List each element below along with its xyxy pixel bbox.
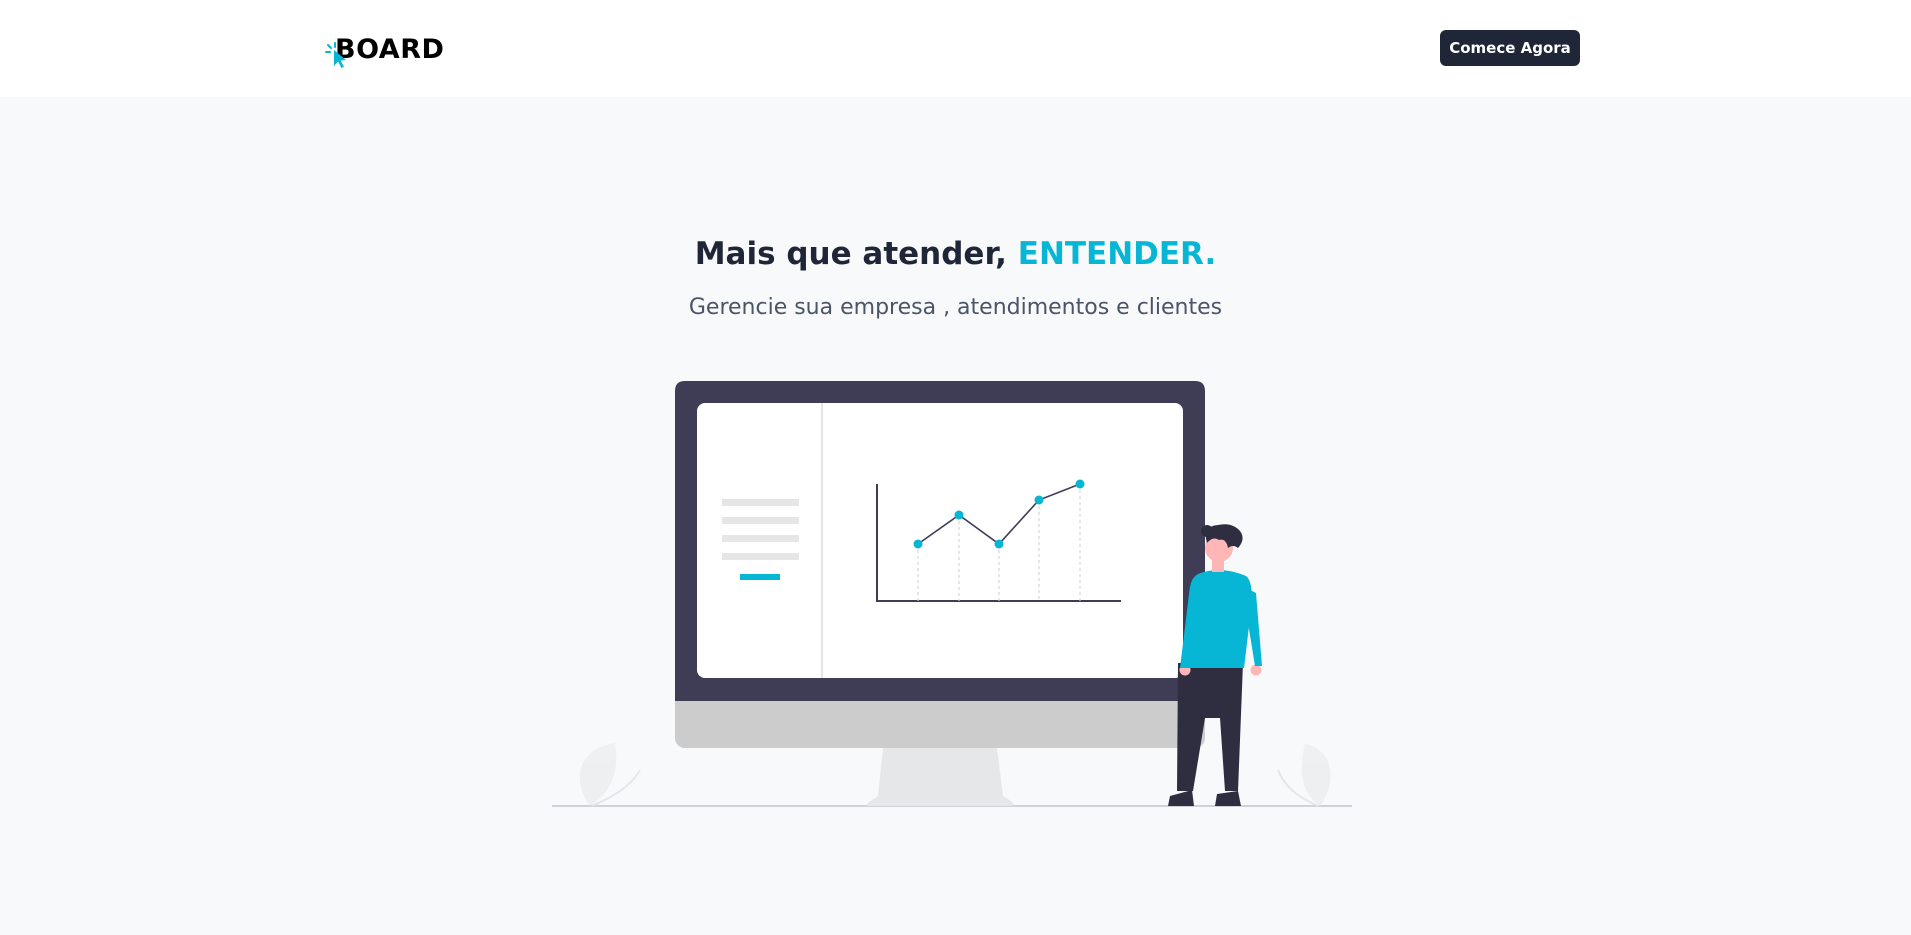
hero-subtitle: Gerencie sua empresa , atendimentos e cl…: [688, 295, 1223, 320]
site-header: BOARD Comece Agora: [0, 0, 1911, 97]
logo[interactable]: BOARD: [325, 28, 444, 70]
cursor-click-icon: [325, 42, 346, 68]
right-plant: [1277, 744, 1331, 807]
logo-text: BOARD: [335, 33, 445, 65]
hero-title-main: Mais que atender,: [694, 236, 1018, 272]
monitor-stand: [866, 748, 1014, 806]
hero-title: Mais que atender, ENTENDER.: [0, 236, 1911, 272]
start-now-button[interactable]: Comece Agora: [1440, 30, 1580, 66]
left-plant: [579, 743, 641, 807]
dashboard-illustration: [552, 381, 1352, 807]
hero-title-accent: ENTENDER.: [1017, 236, 1217, 272]
